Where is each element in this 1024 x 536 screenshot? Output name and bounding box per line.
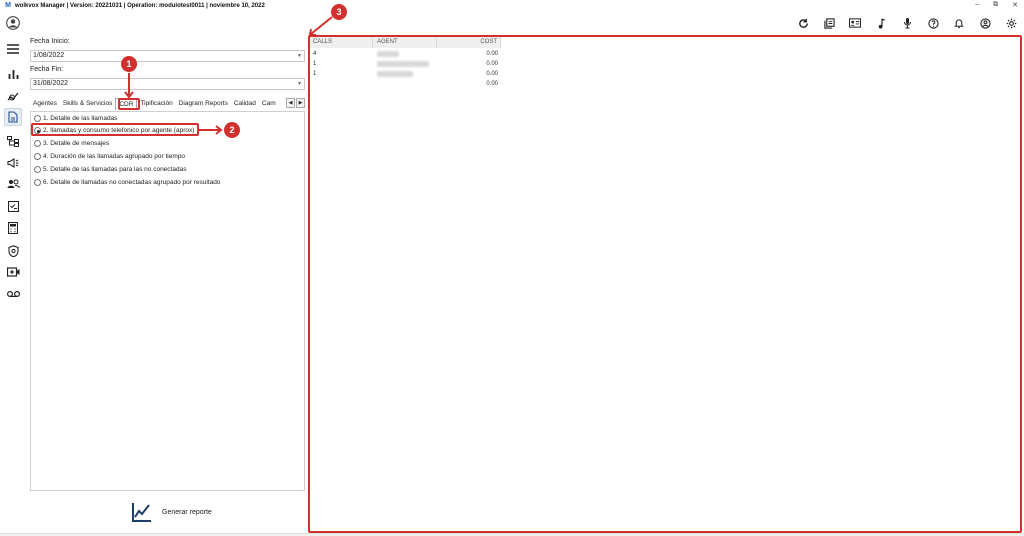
trend-analysis-icon[interactable] [4, 87, 22, 105]
start-date-label: Fecha Inicio: [30, 38, 70, 45]
title-bar: M wolkvox Manager | Version: 20221031 | … [0, 0, 1024, 12]
start-date-value: 1/08/2022 [33, 52, 65, 59]
report-options-list: 1. Detalle de las llamadas 2. llamadas y… [30, 111, 305, 491]
bar-chart-icon[interactable] [4, 65, 22, 83]
tab-diagram-reports[interactable]: Diagram Reports [176, 98, 231, 110]
results-grid-highlight [308, 35, 1022, 533]
window-title: wolkvox Manager | Version: 20221031 | Op… [15, 3, 265, 9]
annotation-badge-1: 1 [121, 56, 137, 72]
tab-skills-servicios[interactable]: Skills & Servicios [60, 98, 115, 110]
menu-hamburger-icon[interactable] [4, 40, 22, 58]
settings-gear-icon[interactable] [998, 14, 1024, 32]
music-note-icon[interactable] [868, 14, 894, 32]
restore-button[interactable]: ⧉ [993, 1, 998, 9]
minimize-button[interactable]: – [975, 1, 979, 9]
chevron-down-icon: ▼ [297, 81, 302, 87]
chevron-down-icon: ▼ [297, 53, 302, 59]
report-option-label: 5. Detalle de las llamadas para las no c… [43, 166, 187, 173]
reports-icon[interactable] [4, 108, 22, 126]
campaign-megaphone-icon[interactable] [4, 154, 22, 172]
video-add-icon[interactable] [4, 263, 22, 281]
report-option-label: 4. Duración de las llamadas agrupado por… [43, 153, 186, 160]
end-date-select[interactable]: 31/08/2022 ▼ [30, 78, 305, 90]
tab-campanas[interactable]: Cam [259, 98, 279, 110]
report-category-tabs: Agentes Skills & Servicios CDR Tipificac… [30, 97, 305, 111]
library-icon[interactable] [816, 14, 842, 32]
radio-button[interactable] [34, 153, 41, 160]
option-2-highlight [31, 123, 199, 136]
tab-scroll-left-icon[interactable]: ◀ [286, 98, 295, 108]
tab-scroll-right-icon[interactable]: ▶ [296, 98, 305, 108]
calculator-icon[interactable] [4, 219, 22, 237]
help-icon[interactable] [920, 14, 946, 32]
tab-agentes[interactable]: Agentes [30, 98, 60, 110]
microphone-icon[interactable] [894, 14, 920, 32]
report-option[interactable]: 1. Detalle de las llamadas [34, 115, 117, 122]
tab-tipificacion[interactable]: Tipificación [137, 98, 175, 110]
radio-button[interactable] [34, 140, 41, 147]
annotation-badge-2: 2 [224, 122, 240, 138]
org-diagram-icon[interactable] [4, 132, 22, 150]
app-logo-icon: M [5, 2, 11, 9]
start-date-select[interactable]: 1/08/2022 ▼ [30, 50, 305, 62]
report-option[interactable]: 4. Duración de las llamadas agrupado por… [34, 153, 185, 160]
top-toolbar [790, 14, 1024, 32]
navigation-rail [0, 12, 26, 536]
refresh-icon[interactable] [790, 14, 816, 32]
generate-report-button[interactable]: Generar reporte [132, 502, 212, 522]
radio-button[interactable] [34, 115, 41, 122]
close-button[interactable]: ✕ [1012, 1, 1018, 9]
voicemail-icon[interactable] [4, 285, 22, 303]
annotation-badge-3: 3 [331, 4, 347, 20]
report-option-label: 3. Detalle de mensajes [43, 140, 110, 147]
bell-icon[interactable] [946, 14, 972, 32]
radio-button[interactable] [34, 179, 41, 186]
generate-report-label: Generar reporte [162, 508, 212, 516]
report-option[interactable]: 5. Detalle de las llamadas para las no c… [34, 166, 186, 173]
team-users-icon[interactable] [4, 175, 22, 193]
chart-trend-icon [132, 503, 151, 522]
user-avatar-icon[interactable] [4, 14, 22, 32]
cdr-tab-highlight [118, 98, 140, 110]
tab-scroll-controls: ◀ ▶ [286, 98, 305, 108]
user-account-icon[interactable] [972, 14, 998, 32]
contact-card-icon[interactable] [842, 14, 868, 32]
window-controls: – ⧉ ✕ [975, 1, 1018, 9]
report-option[interactable]: 6. Detalle de llamadas no conectadas agr… [34, 179, 220, 186]
radio-button[interactable] [34, 166, 41, 173]
report-option-label: 1. Detalle de las llamadas [43, 115, 118, 122]
end-date-value: 31/08/2022 [33, 80, 69, 87]
report-option[interactable]: 3. Detalle de mensajes [34, 140, 109, 147]
tab-calidad[interactable]: Calidad [231, 98, 259, 110]
report-option-label: 6. Detalle de llamadas no conectadas agr… [43, 179, 221, 186]
checklist-icon[interactable] [4, 197, 22, 215]
report-filter-panel: Fecha Inicio: 1/08/2022 ▼ Fecha Fin: 31/… [30, 35, 305, 533]
security-shield-icon[interactable] [4, 242, 22, 260]
end-date-label: Fecha Fin: [30, 66, 64, 73]
